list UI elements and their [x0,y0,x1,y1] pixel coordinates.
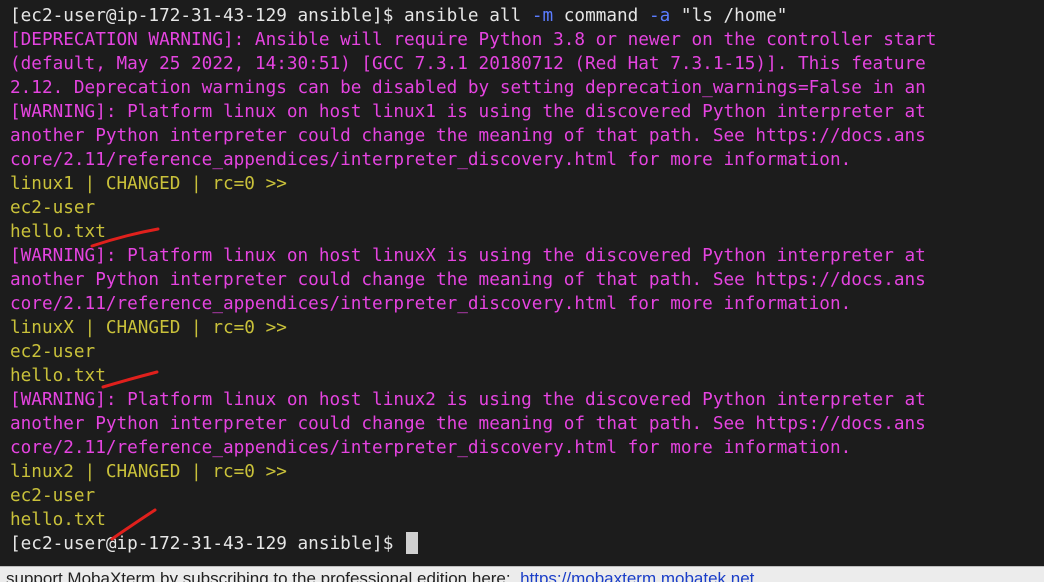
host-result-linux2: linux2 | CHANGED | rc=0 >> [10,462,287,482]
warning-line: another Python interpreter could change … [10,270,926,290]
warning-line: core/2.11/reference_appendices/interpret… [10,294,852,314]
warning-line: another Python interpreter could change … [10,126,926,146]
deprecation-warning-line: 2.12. Deprecation warnings can be disabl… [10,78,926,98]
command-text: "ls /home" [670,6,788,26]
command-line: [ec2-user@ip-172-31-43-129 ansible]$ ans… [10,4,787,28]
shell-prompt: [ec2-user@ip-172-31-43-129 ansible]$ [10,534,405,554]
output-line: hello.txt [10,222,106,242]
text-cursor [406,532,419,554]
command-text: ansible all [404,6,532,26]
host-result-linux1: linux1 | CHANGED | rc=0 >> [10,174,287,194]
deprecation-warning-line: (default, May 25 2022, 14:30:51) [GCC 7.… [10,54,926,74]
warning-line: [WARNING]: Platform linux on host linux2… [10,390,926,410]
red-underline-mark [101,370,159,389]
output-line: ec2-user [10,342,96,362]
status-text: support MobaXterm by subscribing to the … [6,569,521,582]
warning-line: core/2.11/reference_appendices/interpret… [10,150,852,170]
mobaxterm-link[interactable]: https://mobaxterm.mobatek.net [520,569,754,582]
output-line: ec2-user [10,198,96,218]
args-flag: -a [648,6,671,26]
warning-line: core/2.11/reference_appendices/interpret… [10,438,852,458]
module-flag: -m [531,6,554,26]
shell-prompt: [ec2-user@ip-172-31-43-129 ansible]$ [10,6,405,26]
output-line: hello.txt [10,510,106,530]
deprecation-warning-line: [DEPRECATION WARNING]: Ansible will requ… [10,30,937,50]
status-message: support MobaXterm by subscribing to the … [6,569,754,582]
warning-line: [WARNING]: Platform linux on host linux1… [10,102,926,122]
command-text: command [553,6,649,26]
terminal-window[interactable]: [ec2-user@ip-172-31-43-129 ansible]$ ans… [0,0,1044,566]
output-line: hello.txt [10,366,106,386]
warning-line: [WARNING]: Platform linux on host linuxX… [10,246,926,266]
output-line: ec2-user [10,486,96,506]
host-result-linuxX: linuxX | CHANGED | rc=0 >> [10,318,287,338]
warning-line: another Python interpreter could change … [10,414,926,434]
status-bar: support MobaXterm by subscribing to the … [0,566,1044,582]
final-prompt-line[interactable]: [ec2-user@ip-172-31-43-129 ansible]$ [10,532,419,556]
